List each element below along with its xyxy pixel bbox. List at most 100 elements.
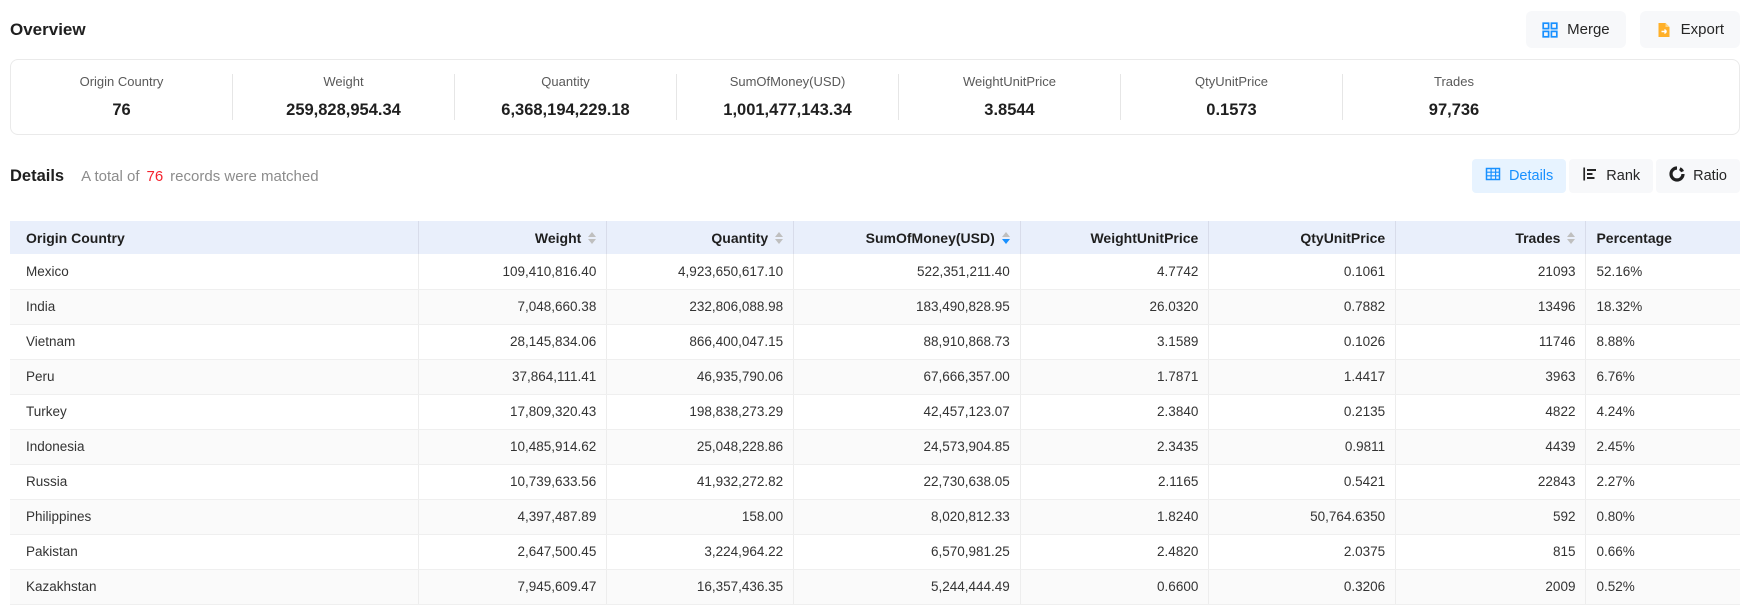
cell-trades: 592 [1396, 499, 1586, 534]
sort-caret-icon[interactable] [588, 232, 596, 244]
cell-sumofmoney-usd: 24,573,904.85 [794, 429, 1021, 464]
column-header-sumofmoney-usd[interactable]: SumOfMoney(USD) [794, 221, 1021, 254]
stat-value: 3.8544 [899, 101, 1120, 120]
cell-quantity: 41,932,272.82 [607, 464, 794, 499]
cell-origin-country: Russia [10, 464, 418, 499]
cell-trades: 2009 [1396, 569, 1586, 604]
sort-caret-icon[interactable] [1002, 232, 1010, 244]
topbar-actions: Merge Export [1526, 11, 1740, 48]
column-label: WeightUnitPrice [1090, 230, 1198, 246]
cell-percentage: 18.32% [1586, 289, 1740, 324]
cell-trades: 815 [1396, 534, 1586, 569]
cell-quantity: 3,224,964.22 [607, 534, 794, 569]
column-header-quantity[interactable]: Quantity [607, 221, 794, 254]
stat-value: 0.1573 [1121, 101, 1342, 120]
stat-weightunitprice: WeightUnitPrice3.8544 [899, 74, 1121, 120]
column-label: SumOfMoney(USD) [866, 230, 995, 246]
cell-percentage: 2.45% [1586, 429, 1740, 464]
view-button-ratio[interactable]: Ratio [1656, 159, 1740, 193]
match-suffix: records were matched [170, 168, 318, 185]
table-row[interactable]: Peru37,864,111.4146,935,790.0667,666,357… [10, 359, 1740, 394]
cell-percentage: 52.16% [1586, 254, 1740, 289]
table-row[interactable]: Mexico109,410,816.404,923,650,617.10522,… [10, 254, 1740, 289]
cell-weight: 109,410,816.40 [418, 254, 607, 289]
table-row[interactable]: Turkey17,809,320.43198,838,273.2942,457,… [10, 394, 1740, 429]
stat-label: Weight [233, 74, 454, 89]
caret-up-icon [1567, 232, 1575, 237]
cell-trades: 11746 [1396, 324, 1586, 359]
caret-down-icon [588, 239, 596, 244]
cell-weightunitprice: 26.0320 [1020, 289, 1209, 324]
caret-up-icon [1002, 232, 1010, 237]
cell-origin-country: Peru [10, 359, 418, 394]
table-row[interactable]: Philippines4,397,487.89158.008,020,812.3… [10, 499, 1740, 534]
cell-sumofmoney-usd: 67,666,357.00 [794, 359, 1021, 394]
details-title: Details [10, 167, 64, 186]
table-row[interactable]: Pakistan2,647,500.453,224,964.226,570,98… [10, 534, 1740, 569]
cell-qtyunitprice: 0.7882 [1209, 289, 1396, 324]
cell-quantity: 866,400,047.15 [607, 324, 794, 359]
cell-sumofmoney-usd: 88,910,868.73 [794, 324, 1021, 359]
cell-weightunitprice: 4.7742 [1020, 254, 1209, 289]
match-prefix: A total of [81, 168, 139, 185]
cell-origin-country: Indonesia [10, 429, 418, 464]
cell-quantity: 4,923,650,617.10 [607, 254, 794, 289]
stat-qtyunitprice: QtyUnitPrice 0.1573 [1121, 74, 1343, 120]
cell-qtyunitprice: 0.1026 [1209, 324, 1396, 359]
sort-caret-icon[interactable] [775, 232, 783, 244]
export-button[interactable]: Export [1640, 11, 1740, 48]
table-row[interactable]: Russia10,739,633.5641,932,272.8222,730,6… [10, 464, 1740, 499]
sort-caret-icon[interactable] [1567, 232, 1575, 244]
cell-qtyunitprice: 0.1061 [1209, 254, 1396, 289]
cell-quantity: 158.00 [607, 499, 794, 534]
table-row[interactable]: India7,048,660.38232,806,088.98183,490,8… [10, 289, 1740, 324]
column-header-percentage: Percentage [1586, 221, 1740, 254]
cell-quantity: 232,806,088.98 [607, 289, 794, 324]
details-bar: Details A total of76records were matched… [10, 157, 1740, 195]
merge-button[interactable]: Merge [1526, 11, 1626, 48]
table-row[interactable]: Kazakhstan7,945,609.4716,357,436.355,244… [10, 569, 1740, 604]
stat-value: 259,828,954.34 [233, 101, 454, 120]
table-row[interactable]: Indonesia10,485,914.6225,048,228.8624,57… [10, 429, 1740, 464]
view-button-details[interactable]: Details [1472, 159, 1566, 193]
cell-sumofmoney-usd: 22,730,638.05 [794, 464, 1021, 499]
cell-trades: 4822 [1396, 394, 1586, 429]
cell-trades: 3963 [1396, 359, 1586, 394]
stat-value: 97,736 [1343, 101, 1565, 120]
cell-percentage: 6.76% [1586, 359, 1740, 394]
page-title: Overview [10, 20, 86, 40]
match-summary: A total of76records were matched [81, 168, 318, 185]
cell-trades: 21093 [1396, 254, 1586, 289]
cell-qtyunitprice: 2.0375 [1209, 534, 1396, 569]
export-button-label: Export [1681, 21, 1724, 38]
stat-quantity: Quantity6,368,194,229.18 [455, 74, 677, 120]
cell-sumofmoney-usd: 8,020,812.33 [794, 499, 1021, 534]
table-row[interactable]: Vietnam28,145,834.06866,400,047.1588,910… [10, 324, 1740, 359]
view-button-rank[interactable]: Rank [1569, 159, 1653, 193]
cell-weightunitprice: 0.6600 [1020, 569, 1209, 604]
column-header-trades[interactable]: Trades [1396, 221, 1586, 254]
view-button-label: Details [1509, 168, 1553, 184]
column-label: Percentage [1596, 230, 1671, 246]
cell-weight: 7,945,609.47 [418, 569, 607, 604]
cell-quantity: 25,048,228.86 [607, 429, 794, 464]
cell-qtyunitprice: 1.4417 [1209, 359, 1396, 394]
cell-weight: 4,397,487.89 [418, 499, 607, 534]
stat-label: QtyUnitPrice [1121, 74, 1342, 89]
cell-origin-country: Mexico [10, 254, 418, 289]
cell-trades: 22843 [1396, 464, 1586, 499]
cell-weight: 37,864,111.41 [418, 359, 607, 394]
cell-sumofmoney-usd: 42,457,123.07 [794, 394, 1021, 429]
column-label: Origin Country [26, 230, 125, 246]
cell-weight: 28,145,834.06 [418, 324, 607, 359]
column-header-weight[interactable]: Weight [418, 221, 607, 254]
cell-origin-country: Philippines [10, 499, 418, 534]
cell-weightunitprice: 2.3435 [1020, 429, 1209, 464]
cell-percentage: 2.27% [1586, 464, 1740, 499]
cell-weight: 2,647,500.45 [418, 534, 607, 569]
cell-trades: 13496 [1396, 289, 1586, 324]
view-switch: Details Rank Ratio [1472, 159, 1740, 193]
cell-weight: 17,809,320.43 [418, 394, 607, 429]
column-label: Trades [1515, 230, 1560, 246]
cell-weight: 10,485,914.62 [418, 429, 607, 464]
